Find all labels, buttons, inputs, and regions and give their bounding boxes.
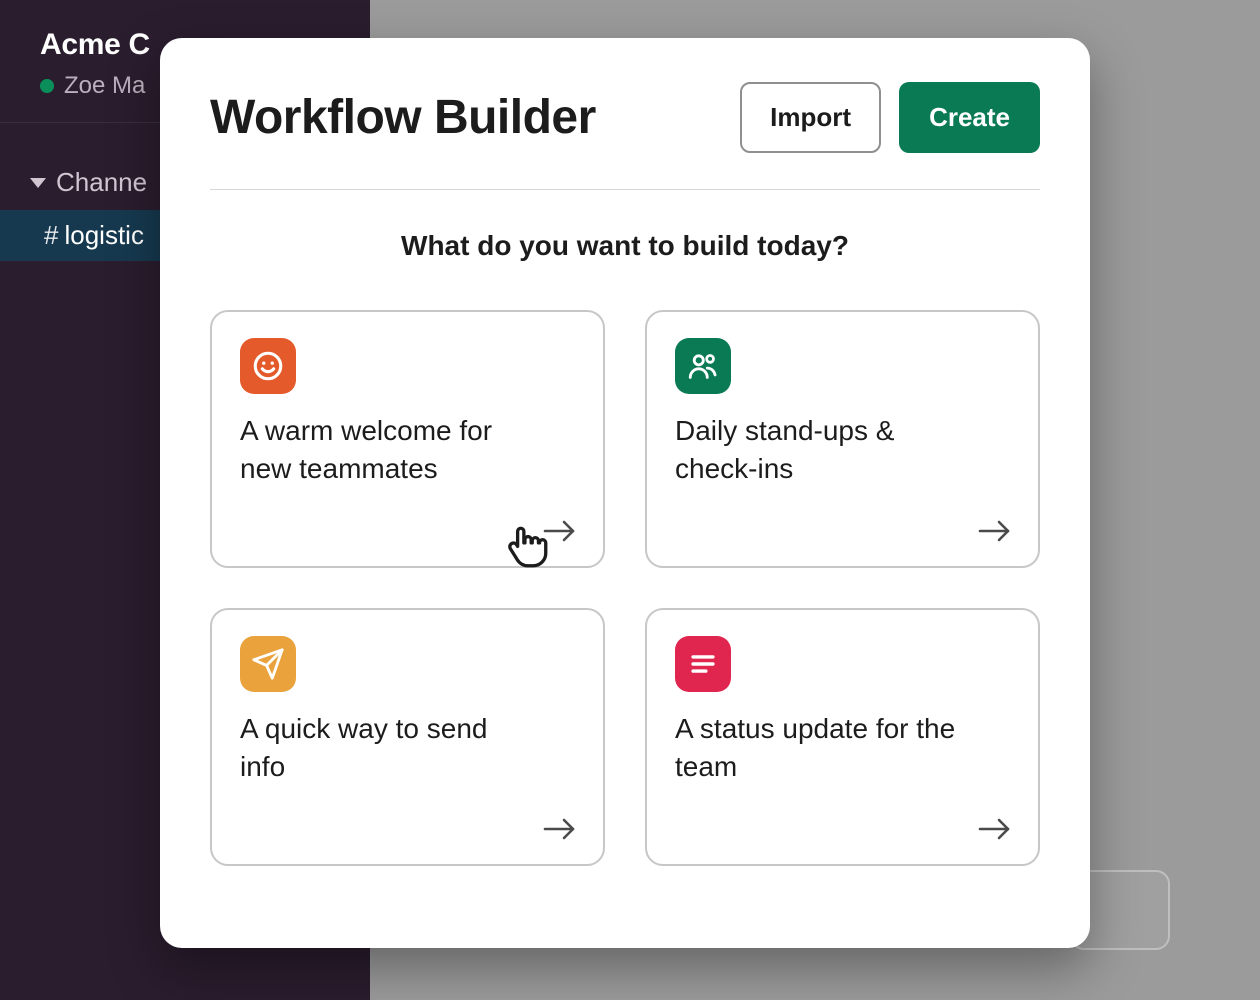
arrow-right-icon [543, 816, 577, 842]
presence-indicator-icon [40, 79, 54, 93]
template-card-welcome[interactable]: A warm welcome for new teammates [210, 310, 605, 568]
channels-label: Channe [56, 167, 147, 198]
smile-icon [240, 338, 296, 394]
template-card-title: A warm welcome for new teammates [240, 412, 540, 488]
modal-prompt: What do you want to build today? [210, 230, 1040, 262]
template-card-title: Daily stand-ups & check-ins [675, 412, 975, 488]
template-card-title: A status update for the team [675, 710, 975, 786]
template-card-title: A quick way to send info [240, 710, 540, 786]
import-button[interactable]: Import [740, 82, 881, 153]
arrow-right-icon [978, 816, 1012, 842]
caret-down-icon [30, 178, 46, 188]
current-user-name[interactable]: Zoe Ma [64, 72, 145, 100]
workflow-builder-modal: Workflow Builder Import Create What do y… [160, 38, 1090, 948]
create-button[interactable]: Create [899, 82, 1040, 153]
arrow-right-icon [543, 518, 577, 544]
modal-actions: Import Create [740, 82, 1040, 153]
paper-plane-icon [240, 636, 296, 692]
template-card-standups[interactable]: Daily stand-ups & check-ins [645, 310, 1040, 568]
lines-icon [675, 636, 731, 692]
template-card-status-update[interactable]: A status update for the team [645, 608, 1040, 866]
modal-header: Workflow Builder Import Create [210, 82, 1040, 153]
modal-divider [210, 189, 1040, 190]
template-card-grid: A warm welcome for new teammates Daily s… [210, 310, 1040, 866]
modal-title: Workflow Builder [210, 90, 596, 145]
arrow-right-icon [978, 518, 1012, 544]
people-icon [675, 338, 731, 394]
hash-icon: # [44, 220, 58, 250]
template-card-send-info[interactable]: A quick way to send info [210, 608, 605, 866]
channel-name: logistic [64, 220, 143, 250]
